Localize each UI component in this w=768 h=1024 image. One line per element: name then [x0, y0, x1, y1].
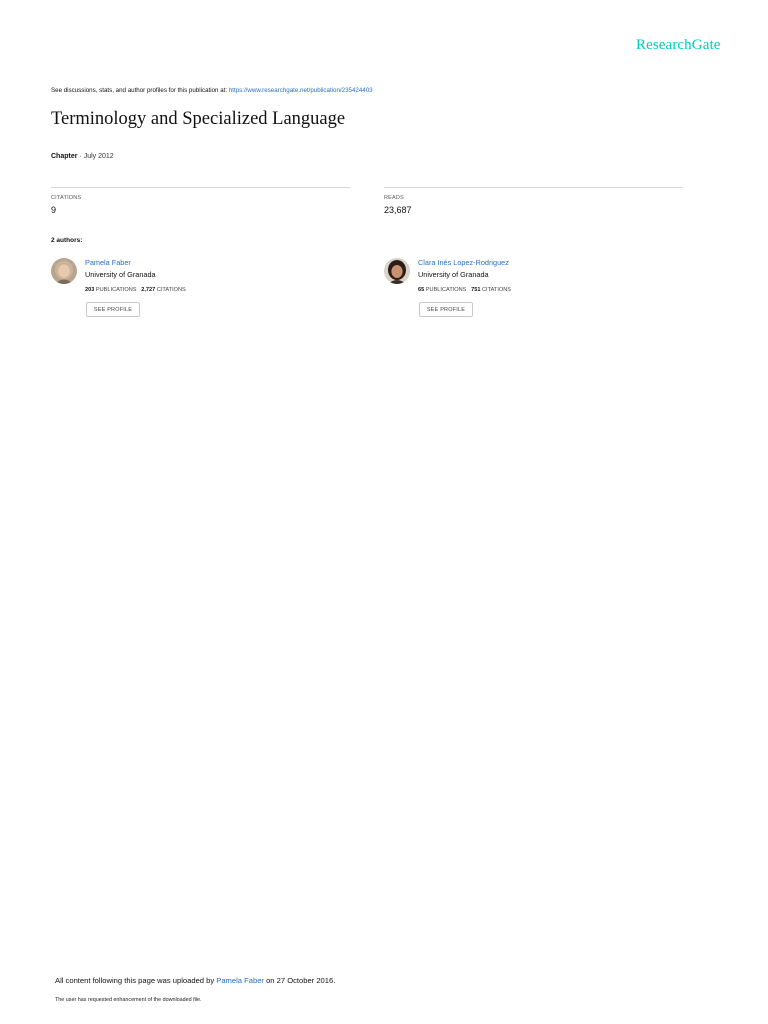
- upload-notice: All content following this page was uplo…: [55, 976, 335, 985]
- reads-count: 23,687: [384, 205, 412, 215]
- author-publications-count: 65: [418, 287, 425, 293]
- author-publications-count: 203: [85, 287, 95, 293]
- researchgate-logo[interactable]: ResearchGate: [636, 37, 720, 54]
- discussion-prefix: See discussions, stats, and author profi…: [51, 87, 229, 94]
- author-avatar[interactable]: [51, 258, 77, 284]
- upload-suffix: on 27 October 2016.: [263, 976, 336, 985]
- authors-heading: 2 authors:: [51, 237, 83, 244]
- author-citations-count: 751: [471, 287, 481, 293]
- publication-meta: Chapter · July 2012: [51, 153, 114, 160]
- enhancement-note: The user has requested enhancement of th…: [55, 997, 202, 1003]
- author-institution: University of Granada: [85, 270, 156, 279]
- author-citations-count: 2,727: [141, 287, 156, 293]
- author-avatar[interactable]: [384, 258, 410, 284]
- author-institution: University of Granada: [418, 270, 489, 279]
- author-citations-label: CITATIONS: [482, 287, 512, 293]
- uploader-name-link[interactable]: Pamela Faber: [216, 976, 264, 985]
- author-name-link[interactable]: Clara Inés Lopez-Rodriguez: [418, 258, 509, 267]
- author-citations-label: CITATIONS: [156, 287, 186, 293]
- citations-count: 9: [51, 205, 57, 215]
- citations-label: CITATIONS: [51, 195, 82, 201]
- author-name-link[interactable]: Pamela Faber: [85, 258, 131, 267]
- reads-divider: [384, 187, 683, 188]
- publication-date: July 2012: [83, 153, 114, 160]
- see-profile-button[interactable]: SEE PROFILE: [419, 302, 473, 317]
- see-profile-button[interactable]: SEE PROFILE: [86, 302, 140, 317]
- discussion-line: See discussions, stats, and author profi…: [51, 87, 373, 94]
- author-stats: 65 PUBLICATIONS 751 CITATIONS: [418, 287, 511, 293]
- publication-title: Terminology and Specialized Language: [51, 109, 346, 129]
- publication-type: Chapter: [51, 153, 78, 160]
- publication-url-link[interactable]: https://www.researchgate.net/publication…: [229, 87, 373, 94]
- reads-label: READS: [384, 195, 404, 201]
- upload-prefix: All content following this page was uplo…: [55, 976, 217, 985]
- citations-divider: [51, 187, 350, 188]
- author-publications-label: PUBLICATIONS: [95, 287, 137, 293]
- author-stats: 203 PUBLICATIONS 2,727 CITATIONS: [85, 287, 186, 293]
- author-publications-label: PUBLICATIONS: [425, 287, 467, 293]
